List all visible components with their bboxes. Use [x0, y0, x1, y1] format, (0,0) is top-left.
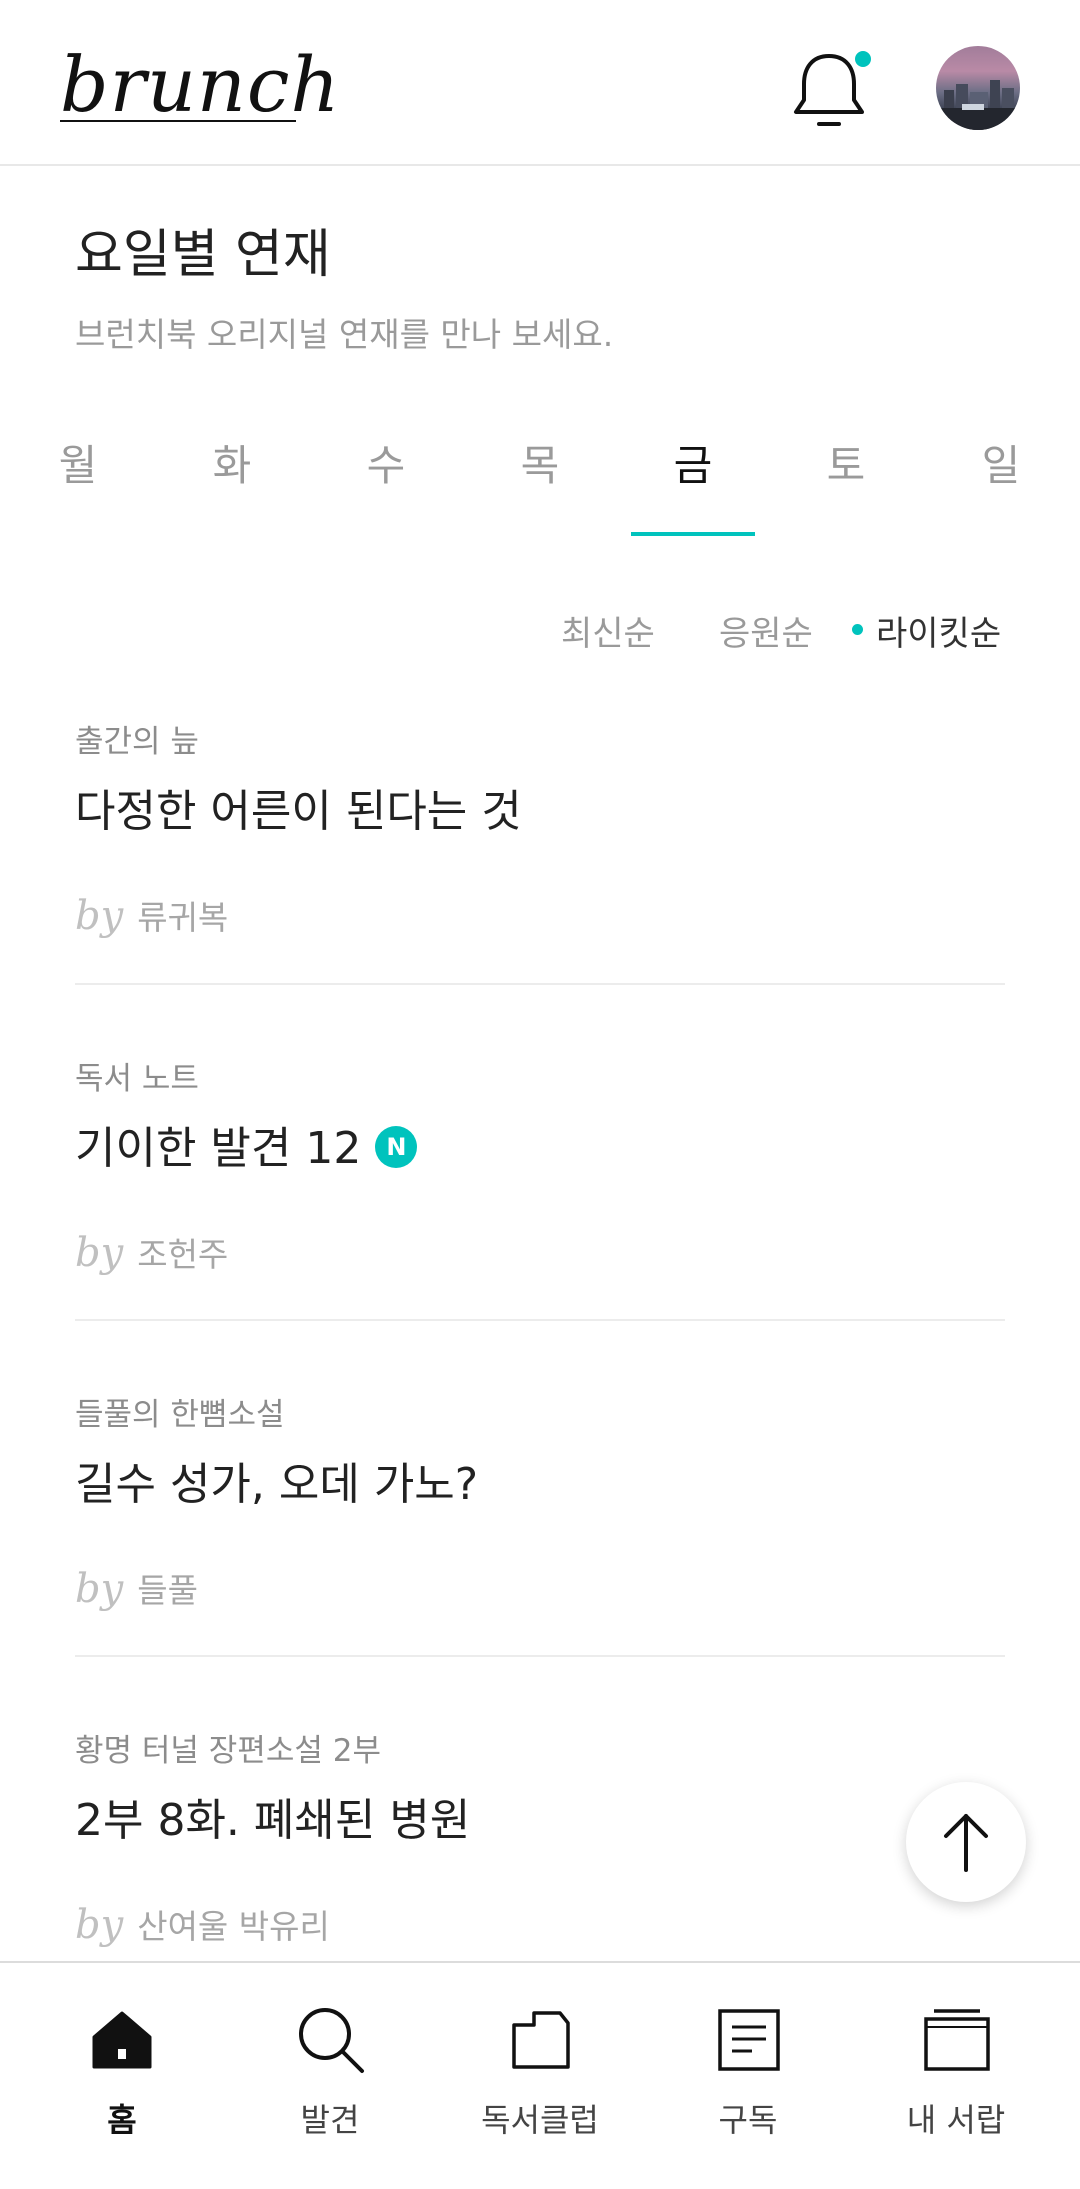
logo-underline	[60, 120, 296, 122]
scroll-to-top-button[interactable]	[906, 1782, 1026, 1902]
list-item[interactable]: 들풀의 한뼘소설 길수 성가, 오데 가노? by 들풀	[75, 1389, 1005, 1612]
nav-label: 발견	[300, 2101, 360, 2139]
item-category: 들풀의 한뼘소설	[75, 1397, 285, 1433]
list-divider	[75, 1655, 1005, 1657]
item-category: 황명 터널 장편소설 2부	[75, 1733, 381, 1769]
list-divider	[75, 983, 1005, 985]
item-title[interactable]: 2부 8화. 폐쇄된 병원	[75, 1784, 1005, 1848]
item-author[interactable]: 들풀	[137, 1571, 198, 1610]
list-item[interactable]: 황명 터널 장편소설 2부 2부 8화. 폐쇄된 병원 by 산여울 박유리	[75, 1725, 1005, 1948]
page-subtitle: 브런치북 오리지널 연재를 만나 보세요.	[75, 315, 614, 354]
app-header: brunch	[0, 0, 1080, 166]
nav-label: 구독	[718, 2101, 778, 2139]
item-author-line: by 조헌주	[75, 1228, 1005, 1276]
by-label: by	[75, 1566, 124, 1612]
item-title[interactable]: 기이한 발견 12	[75, 1123, 361, 1174]
nav-label: 내 서랍	[906, 2101, 1006, 2139]
tab-sunday[interactable]: 일	[941, 432, 1061, 493]
profile-avatar[interactable]	[936, 46, 1020, 130]
tab-saturday[interactable]: 토	[786, 432, 906, 493]
item-category: 독서 노트	[75, 1061, 199, 1097]
item-author[interactable]: 산여울 박유리	[137, 1907, 330, 1946]
drawer-icon	[924, 2009, 990, 2071]
tab-friday[interactable]: 금	[633, 432, 753, 493]
tab-monday[interactable]: 월	[18, 432, 138, 493]
item-category: 출간의 늪	[75, 724, 199, 760]
nav-label: 독서클럽	[481, 2101, 599, 2139]
sort-likeit[interactable]: 라이킷순	[876, 606, 1001, 655]
item-author-line: by 산여울 박유리	[75, 1900, 1005, 1948]
sort-latest[interactable]: 최신순	[561, 606, 655, 655]
item-author-line: by 류귀복	[75, 891, 1005, 939]
new-badge: N	[375, 1126, 418, 1168]
tab-wednesday[interactable]: 수	[326, 432, 446, 493]
arrow-up-icon	[944, 1814, 988, 1872]
item-author[interactable]: 류귀복	[137, 898, 228, 937]
item-title[interactable]: 다정한 어른이 된다는 것	[75, 775, 1005, 839]
selected-sort-dot	[852, 624, 863, 635]
nav-book-club[interactable]: 독서클럽	[440, 2003, 640, 2141]
search-icon	[299, 2008, 364, 2073]
list-divider	[75, 1319, 1005, 1321]
nav-subscription[interactable]: 구독	[648, 2003, 848, 2141]
bottom-navigation: 홈 발견 독서클럽 구독 내 서랍	[0, 1961, 1080, 2189]
item-title[interactable]: 길수 성가, 오데 가노?	[75, 1448, 1005, 1512]
brunch-logo[interactable]: brunch	[60, 40, 340, 129]
page-title: 요일별 연재	[75, 225, 331, 285]
document-icon	[718, 2009, 780, 2071]
nav-discover[interactable]: 발견	[230, 2003, 430, 2141]
list-item[interactable]: 독서 노트 기이한 발견 12 N by 조헌주	[75, 1053, 1005, 1276]
home-icon	[92, 2011, 152, 2069]
by-label: by	[75, 1902, 124, 1948]
folder-icon	[512, 2011, 570, 2069]
item-author-line: by 들풀	[75, 1564, 1005, 1612]
list-item[interactable]: 출간의 늪 다정한 어른이 된다는 것 by 류귀복	[75, 716, 1005, 939]
tab-tuesday[interactable]: 화	[172, 432, 292, 493]
sort-support[interactable]: 응원순	[719, 606, 813, 655]
by-label: by	[75, 893, 124, 939]
item-author[interactable]: 조헌주	[137, 1235, 228, 1274]
nav-home[interactable]: 홈	[22, 2003, 222, 2141]
tab-thursday[interactable]: 목	[480, 432, 600, 493]
by-label: by	[75, 1230, 124, 1276]
notification-dot	[855, 51, 871, 67]
active-tab-indicator	[631, 532, 755, 536]
item-title-row[interactable]: 기이한 발견 12 N	[75, 1112, 1005, 1176]
nav-label: 홈	[107, 2101, 137, 2139]
nav-my-drawer[interactable]: 내 서랍	[856, 2003, 1056, 2141]
